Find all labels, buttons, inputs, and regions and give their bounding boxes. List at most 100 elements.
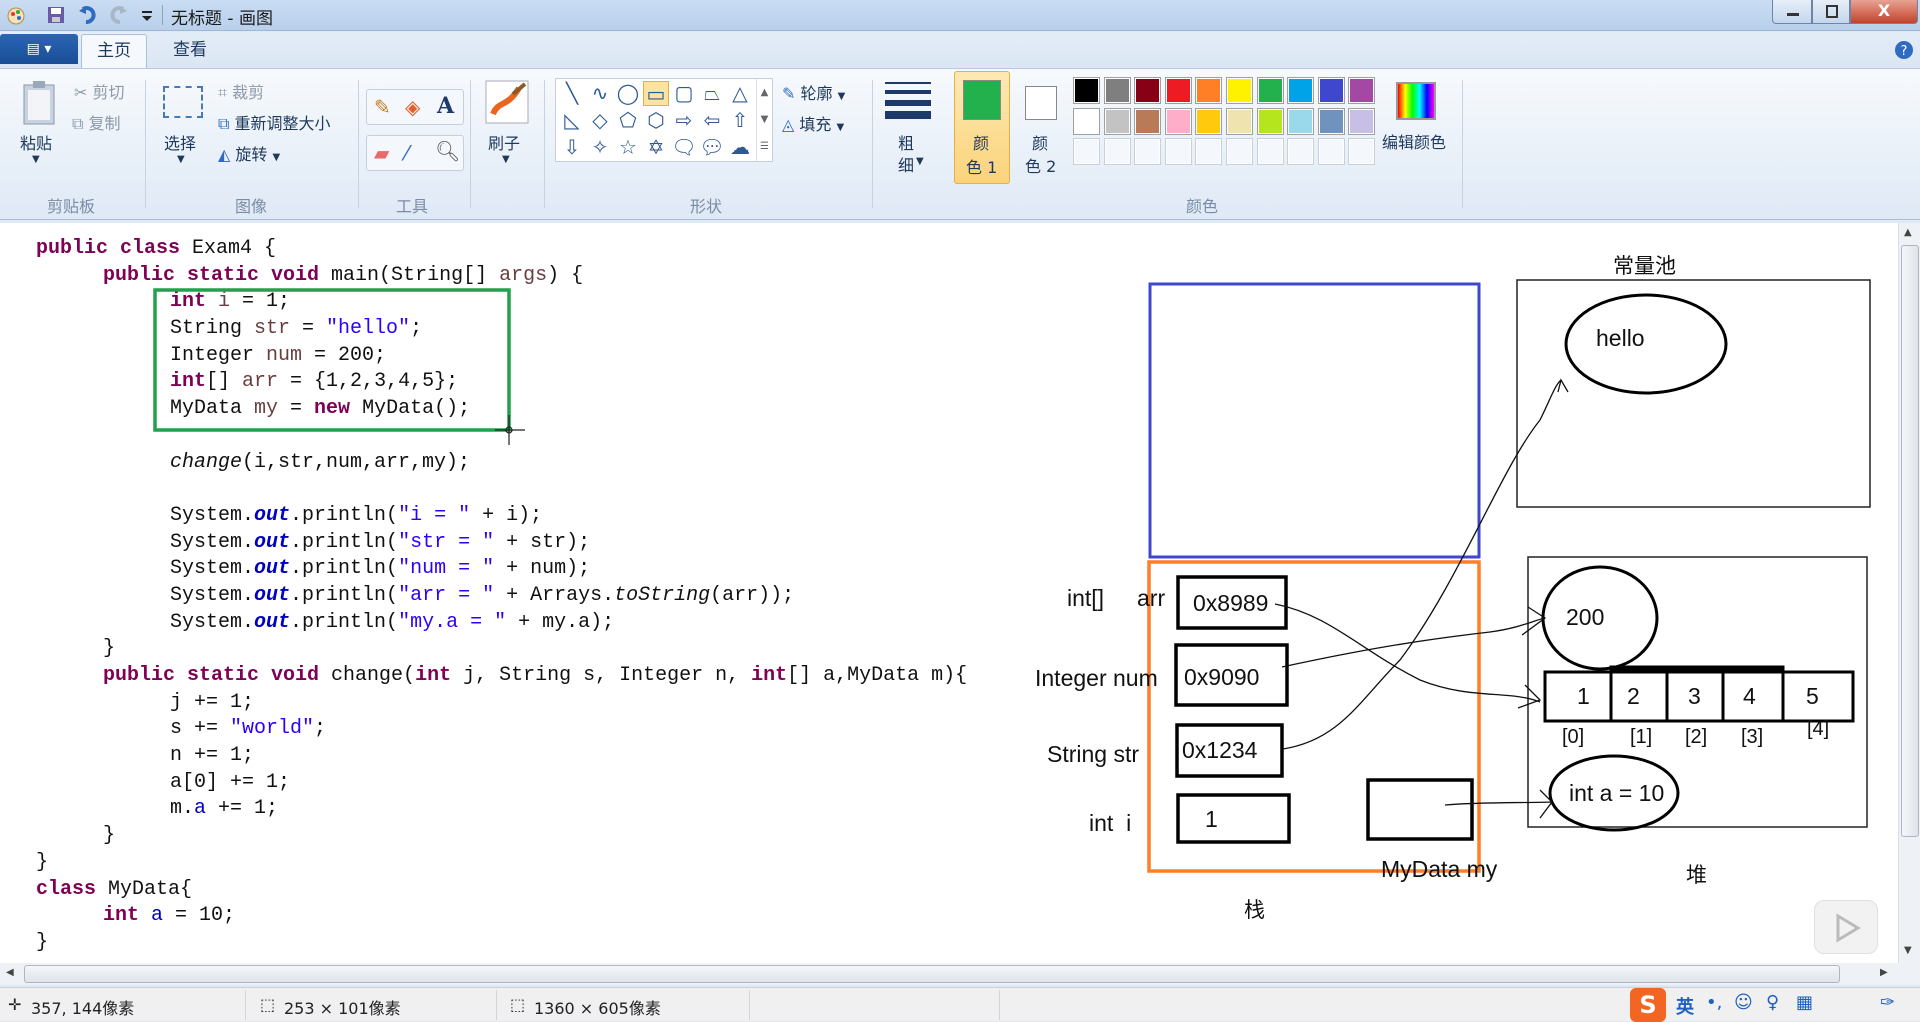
eraser-icon[interactable]: ▰ [374,141,389,165]
palette-color-swatch[interactable] [1073,77,1100,104]
oval-callout-shape-icon[interactable]: 💬︎ [699,135,725,160]
cloud-callout-shape-icon[interactable]: ☁ [727,135,753,160]
right-triangle-shape-icon[interactable]: ◺ [559,108,585,133]
custom-color-slot[interactable] [1134,138,1162,165]
palette-color-swatch[interactable] [1256,107,1284,135]
horizontal-scroll-thumb[interactable] [24,965,1840,983]
sogou-ime-icon[interactable]: S [1630,988,1666,1022]
pentagon-shape-icon[interactable]: ⬠ [615,108,641,133]
customize-quick-access-icon[interactable] [137,5,157,25]
triangle-shape-icon[interactable]: △ [727,81,753,106]
palette-color-swatch[interactable] [1164,77,1192,104]
ime-punctuation-icon[interactable]: •, [1706,992,1722,1013]
scroll-up-arrow-icon[interactable]: ▲ [1904,227,1912,238]
palette-color-swatch[interactable] [1195,107,1223,135]
color2-button[interactable]: 颜 色 2 [1020,84,1064,184]
line-shape-icon[interactable]: ╲ [559,81,585,106]
palette-color-swatch[interactable] [1164,107,1192,135]
vertical-scroll-thumb[interactable] [1901,245,1919,837]
palette-color-swatch[interactable] [1134,77,1162,104]
custom-color-slot[interactable] [1348,138,1376,165]
magnifier-icon[interactable]: 🔍︎ [435,139,460,163]
palette-color-swatch[interactable] [1317,107,1345,135]
brushes-button[interactable]: 刷子 ▼ [484,80,530,172]
palette-color-swatch[interactable] [1226,107,1253,135]
left-arrow-shape-icon[interactable]: ⇦ [699,108,725,133]
scroll-left-arrow-icon[interactable]: ◀ [6,967,14,978]
palette-color-swatch[interactable] [1287,77,1315,104]
palette-color-swatch[interactable] [1256,77,1284,104]
pencil-icon[interactable]: ✎ [374,95,391,119]
palette-color-swatch[interactable] [1134,107,1162,135]
size-button[interactable]: 粗 细 ▼ [884,80,932,176]
color-picker-icon[interactable]: ⁄ [405,141,408,165]
right-arrow-shape-icon[interactable]: ⇨ [671,108,697,133]
selection-rectangle[interactable] [153,288,511,432]
rotate-button[interactable]: ◭ 旋转 ▼ [218,141,280,165]
palette-color-swatch[interactable] [1103,107,1131,135]
minimize-button[interactable] [1772,0,1812,24]
rect-callout-shape-icon[interactable]: 🗨︎ [671,135,697,160]
custom-color-slot[interactable] [1195,138,1223,165]
scroll-right-arrow-icon[interactable]: ▶ [1880,967,1888,978]
curve-shape-icon[interactable]: ∿ [587,81,613,106]
ime-voice-icon[interactable]: ♀ [1766,992,1779,1013]
custom-color-slot[interactable] [1073,138,1100,165]
tab-home[interactable]: 主页 [81,34,147,68]
palette-color-swatch[interactable] [1287,107,1315,135]
five-point-star-shape-icon[interactable]: ☆ [615,135,641,160]
palette-color-swatch[interactable] [1317,77,1345,104]
custom-color-slot[interactable] [1287,138,1315,165]
rectangle-shape-icon[interactable]: ▭ [643,81,669,106]
save-icon[interactable] [46,5,66,25]
scroll-down-arrow-icon[interactable]: ▼ [1904,945,1912,956]
palette-color-swatch[interactable] [1348,107,1376,135]
edit-colors-button[interactable]: 编辑颜色 [1380,80,1456,160]
cut-button[interactable]: ✂ 剪切 [74,79,125,103]
outline-button[interactable]: ✎ 轮廓 ▼ [782,80,845,104]
paste-button[interactable]: 粘贴 ▼ [18,80,58,165]
six-point-star-shape-icon[interactable]: ✡ [643,135,669,160]
polygon-shape-icon[interactable]: ⏢ [699,81,725,106]
crop-button[interactable]: ⌗ 裁剪 [218,79,264,103]
custom-color-slot[interactable] [1226,138,1253,165]
ime-keyboard-icon[interactable]: ▦ [1796,992,1813,1013]
select-button[interactable]: 选择 ▼ [160,84,206,174]
fill-button[interactable]: ◬ 填充 ▼ [782,111,844,135]
palette-color-swatch[interactable] [1103,77,1131,104]
close-button[interactable]: X [1850,0,1918,24]
paint-menu-button[interactable]: ▤ ▾ [0,34,78,64]
restore-button[interactable] [1812,0,1850,24]
fill-bucket-icon[interactable]: ◈ [405,95,420,119]
video-play-button[interactable] [1814,900,1878,954]
color1-button[interactable]: 颜 色 1 [954,71,1010,184]
diamond-shape-icon[interactable]: ◇ [587,108,613,133]
up-arrow-shape-icon[interactable]: ⇧ [727,108,753,133]
shapes-scroll[interactable]: ▲ ▼ ☰ [756,79,772,161]
palette-color-swatch[interactable] [1195,77,1223,104]
four-point-star-shape-icon[interactable]: ✧ [587,135,613,160]
custom-color-slot[interactable] [1256,138,1284,165]
copy-button[interactable]: ⧉ 复制 [72,110,121,134]
down-arrow-shape-icon[interactable]: ⇩ [559,135,585,160]
text-tool-icon[interactable]: A [437,93,454,119]
palette-color-swatch[interactable] [1348,77,1376,104]
vertical-scrollbar[interactable]: ▲ ▼ [1898,223,1920,963]
resize-button[interactable]: ⧉ 重新调整大小 [218,110,331,134]
palette-color-swatch[interactable] [1073,107,1100,135]
custom-color-slot[interactable] [1164,138,1192,165]
ime-emoji-icon[interactable]: ☺ [1734,992,1753,1013]
tab-view[interactable]: 查看 [160,34,220,68]
redo-icon[interactable] [108,5,128,25]
undo-icon[interactable] [78,5,98,25]
palette-color-swatch[interactable] [1226,77,1253,104]
help-icon[interactable]: ? [1894,40,1914,60]
horizontal-scrollbar[interactable]: ◀ ▶ [0,963,1920,985]
custom-color-slot[interactable] [1103,138,1131,165]
custom-color-slot[interactable] [1317,138,1345,165]
hexagon-shape-icon[interactable]: ⬡ [643,108,669,133]
oval-shape-icon[interactable]: ◯ [615,81,641,106]
ime-language[interactable]: 英 [1676,993,1694,1019]
ime-tools-icon[interactable]: ✑ [1880,992,1895,1013]
paint-app-icon[interactable] [6,5,26,25]
